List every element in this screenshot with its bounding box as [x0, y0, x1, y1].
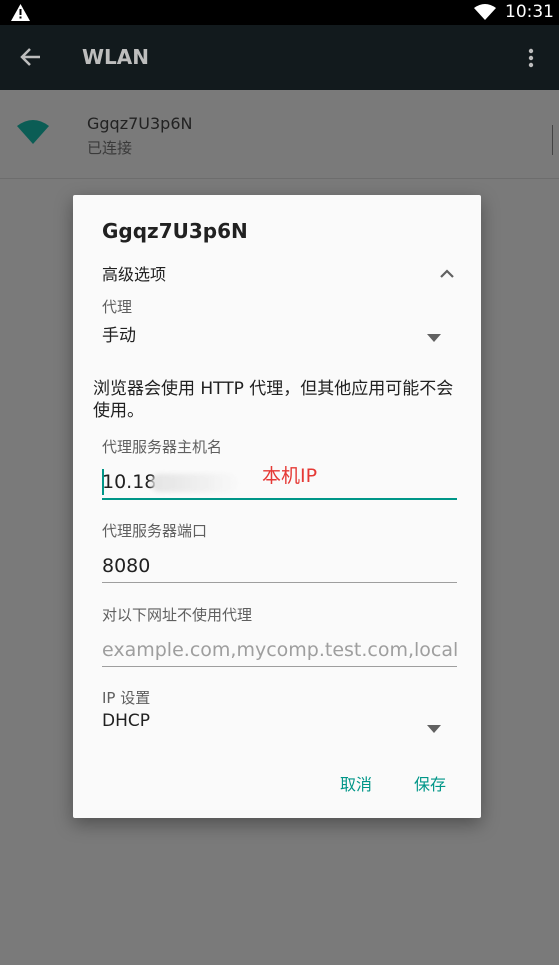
- cancel-button[interactable]: 取消: [340, 771, 372, 795]
- bypass-label: 对以下网址不使用代理: [102, 606, 253, 624]
- warning-icon: [11, 4, 30, 25]
- chevron-up-icon[interactable]: [439, 263, 455, 282]
- proxy-label: 代理: [102, 298, 133, 316]
- wifi-signal-icon: [17, 120, 49, 148]
- hostname-label: 代理服务器主机名: [102, 438, 223, 456]
- dialog-title: Ggqz7U3p6N: [102, 219, 248, 243]
- overflow-menu-icon[interactable]: [528, 48, 534, 72]
- hostname-underline: [102, 498, 457, 500]
- port-input[interactable]: [102, 551, 457, 581]
- app-bar: WLAN: [0, 25, 559, 90]
- port-underline: [102, 582, 457, 583]
- proxy-warning-text: 浏览器会使用 HTTP 代理，但其他应用可能不会使用。: [93, 379, 454, 421]
- clock: 10:31: [505, 2, 554, 22]
- network-ssid: Ggqz7U3p6N: [87, 114, 193, 133]
- ip-settings-label: IP 设置: [102, 689, 151, 707]
- redaction-blur: [151, 474, 237, 492]
- divider: [552, 125, 559, 155]
- port-label: 代理服务器端口: [102, 522, 208, 540]
- save-button[interactable]: 保存: [414, 771, 446, 795]
- dropdown-arrow-icon[interactable]: [427, 718, 441, 737]
- proxy-settings-dialog: Ggqz7U3p6N 高级选项 代理 手动 浏览器会使用 HTTP 代理，但其他…: [73, 195, 481, 818]
- ip-settings-select[interactable]: DHCP: [102, 711, 150, 731]
- network-status: 已连接: [87, 139, 133, 157]
- wifi-icon: [474, 4, 496, 24]
- back-arrow-icon[interactable]: [20, 47, 42, 71]
- dropdown-arrow-icon[interactable]: [427, 327, 441, 346]
- proxy-select[interactable]: 手动: [102, 321, 136, 346]
- advanced-options-label[interactable]: 高级选项: [102, 261, 166, 285]
- page-title: WLAN: [82, 45, 150, 69]
- bypass-underline: [102, 666, 457, 667]
- network-list-item[interactable]: Ggqz7U3p6N 已连接: [0, 90, 559, 179]
- bypass-input[interactable]: [102, 635, 457, 665]
- text-cursor: [102, 469, 104, 495]
- status-bar: 10:31: [0, 0, 559, 25]
- annotation-label: 本机IP: [262, 465, 318, 487]
